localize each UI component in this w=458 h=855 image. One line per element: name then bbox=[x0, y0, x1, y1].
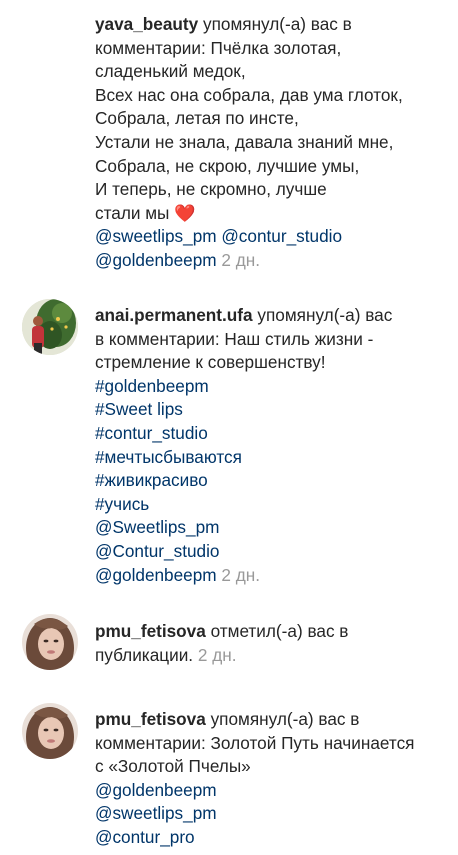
avatar[interactable] bbox=[22, 299, 78, 355]
mention-link[interactable]: @goldenbeepm bbox=[95, 250, 217, 270]
avatar-image bbox=[22, 614, 78, 670]
hashtag-link[interactable]: #живикрасиво bbox=[95, 470, 208, 490]
notification-text: pmu_fetisova отметил(-а) вас в публикаци… bbox=[95, 620, 448, 667]
mention-link[interactable]: @contur_studio bbox=[221, 226, 342, 246]
comment-line: Собрала, не скрою, лучшие умы, bbox=[95, 155, 360, 176]
mention-link[interactable]: @contur_pro bbox=[95, 827, 195, 847]
comment-line: И теперь, не скромно, лучше bbox=[95, 179, 327, 200]
notification-text: anai.permanent.ufa упомянул(-а) вас в ко… bbox=[95, 304, 448, 587]
notification-text: yava_beauty упомянул(-а) вас в комментар… bbox=[95, 13, 448, 273]
hashtag-link[interactable]: #goldenbeepm bbox=[95, 376, 209, 396]
hashtag-link[interactable]: #Sweet lips bbox=[95, 399, 183, 419]
username-link[interactable]: anai.permanent.ufa bbox=[95, 305, 253, 325]
mention-link[interactable]: @Sweetlips_pm bbox=[95, 517, 219, 537]
notification-text: pmu_fetisova упомянул(-а) вас в коммента… bbox=[95, 708, 448, 850]
mention-link[interactable]: @goldenbeepm bbox=[95, 565, 217, 585]
action-text: отметил(-а) вас в bbox=[210, 621, 349, 641]
avatar[interactable] bbox=[22, 703, 78, 759]
comment-line: комментарии: Золотой Путь начинается bbox=[95, 732, 415, 753]
comment-line: с «Золотой Пчелы» bbox=[95, 756, 251, 777]
hashtag-link[interactable]: #contur_studio bbox=[95, 423, 208, 443]
username-link[interactable]: pmu_fetisova bbox=[95, 709, 206, 729]
comment-line: стали мы bbox=[95, 202, 170, 223]
avatar-image bbox=[22, 299, 78, 355]
avatar[interactable] bbox=[22, 614, 78, 670]
comment-line: в комментарии: Наш стиль жизни - bbox=[95, 328, 374, 349]
action-text: упомянул(-а) вас в bbox=[202, 14, 352, 34]
hashtag-link[interactable]: #мечтысбываются bbox=[95, 447, 242, 467]
action-text: упомянул(-а) вас bbox=[257, 305, 393, 325]
comment-line: Всех нас она собрала, дав ума глоток, bbox=[95, 84, 403, 105]
username-link[interactable]: yava_beauty bbox=[95, 14, 198, 34]
mention-link[interactable]: @goldenbeepm bbox=[95, 780, 217, 800]
timestamp: 2 дн. bbox=[221, 564, 261, 585]
hashtag-link[interactable]: #учись bbox=[95, 494, 149, 514]
comment-line: сладенький медок, bbox=[95, 61, 246, 82]
heart-emoji-icon: ❤️ bbox=[174, 202, 196, 223]
timestamp: 2 дн. bbox=[197, 644, 237, 665]
avatar-image bbox=[22, 703, 78, 759]
comment-line: стремление к совершенству! bbox=[95, 352, 326, 373]
action-text: упомянул(-а) вас в bbox=[210, 709, 360, 729]
comment-line: публикации. bbox=[95, 644, 194, 665]
comment-line: Устали не знала, давала знаний мне, bbox=[95, 131, 394, 152]
mention-link[interactable]: @Contur_studio bbox=[95, 541, 219, 561]
mention-link[interactable]: @sweetlips_pm bbox=[95, 803, 217, 823]
username-link[interactable]: pmu_fetisova bbox=[95, 621, 206, 641]
comment-line: Собрала, летая по инсте, bbox=[95, 108, 299, 129]
mention-link[interactable]: @sweetlips_pm bbox=[95, 226, 217, 246]
comment-line: комментарии: Пчёлка золотая, bbox=[95, 37, 342, 58]
timestamp: 2 дн. bbox=[221, 249, 261, 270]
